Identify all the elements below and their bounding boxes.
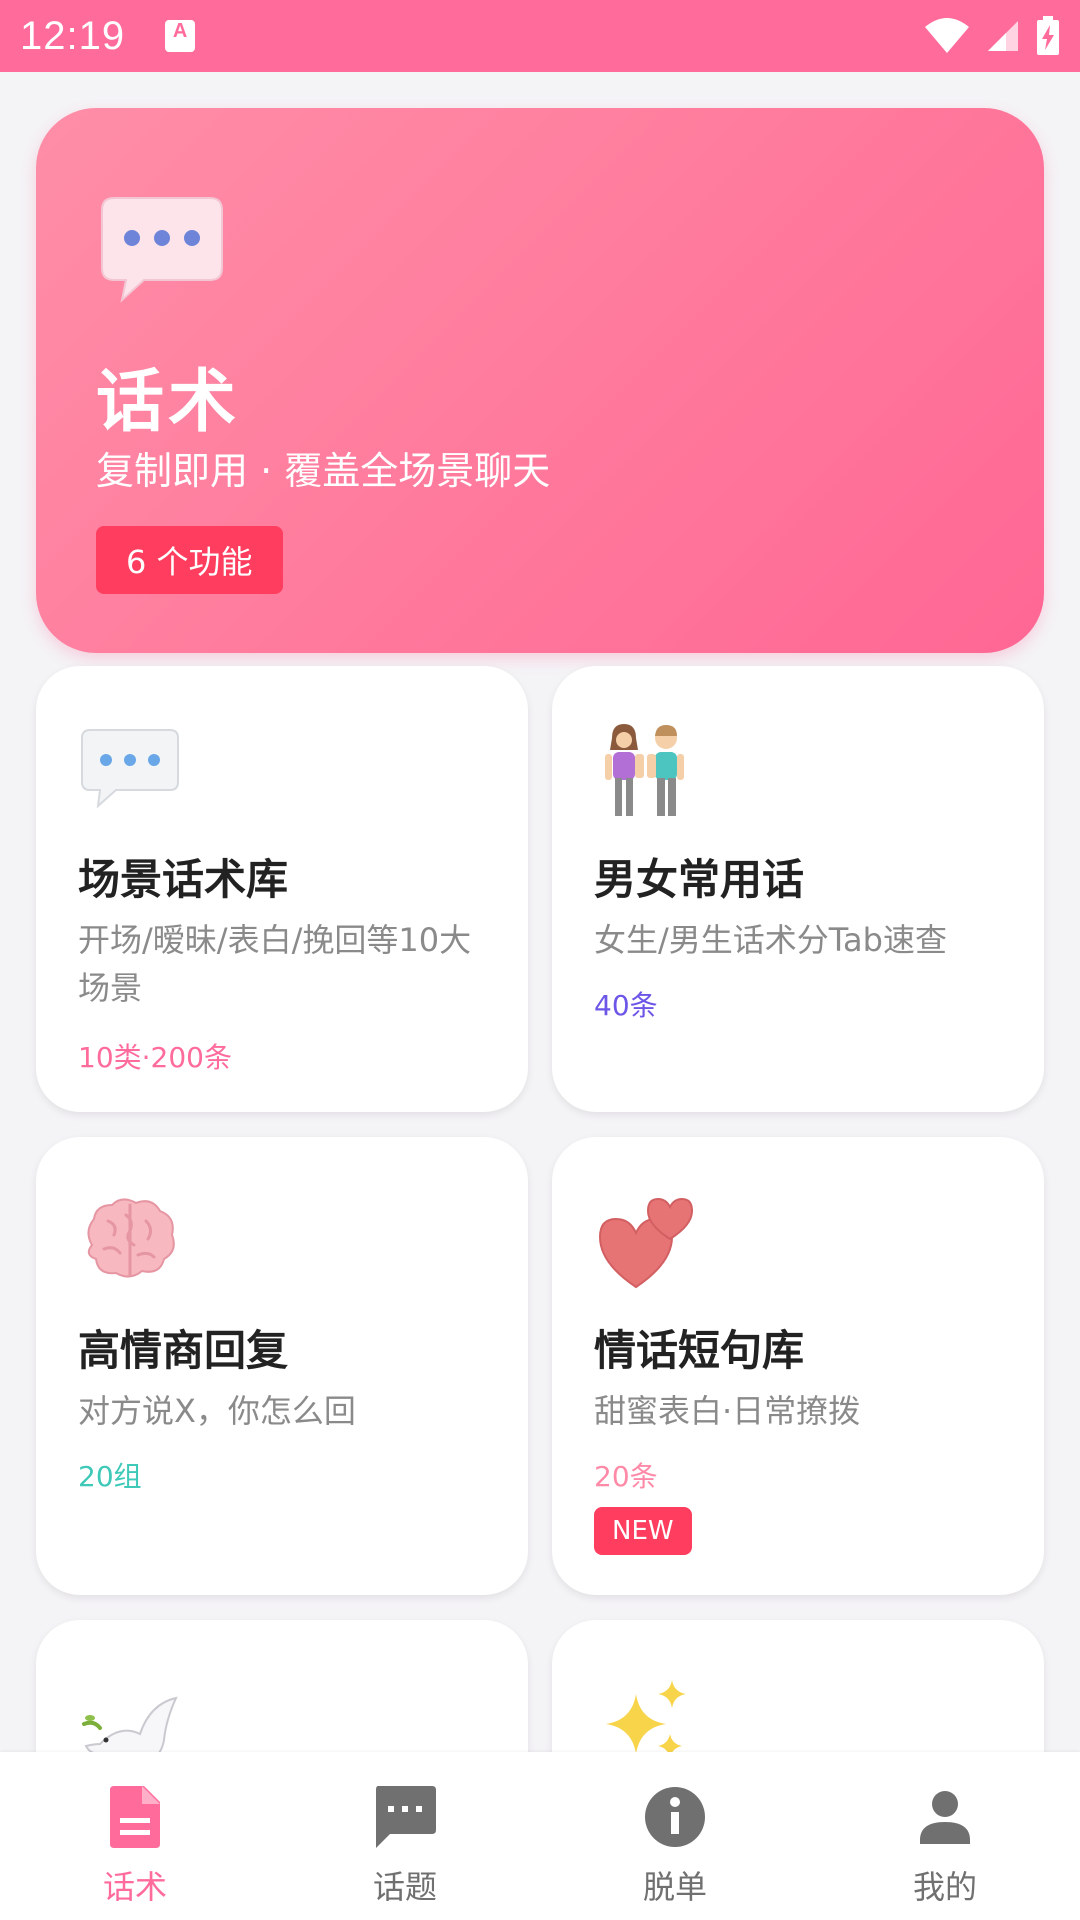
battery-charging-icon bbox=[1037, 16, 1059, 55]
new-badge: NEW bbox=[594, 1507, 692, 1555]
nav-label: 脱单 bbox=[642, 1868, 707, 1906]
signal-icon bbox=[988, 21, 1018, 51]
speech-bubble-icon bbox=[101, 197, 223, 303]
nav-label: 话题 bbox=[372, 1868, 437, 1906]
speech-bubble-icon bbox=[81, 729, 179, 809]
document-icon bbox=[110, 1786, 160, 1848]
card-title: 男女常用话 bbox=[594, 855, 805, 904]
info-icon bbox=[645, 1787, 705, 1847]
screen: 12:19 A 话术 复制即用 · 覆盖全场景聊天 6 个功能 场景话术库 开场… bbox=[0, 0, 1080, 1920]
status-time: 12:19 bbox=[20, 13, 126, 58]
feature-count-badge: 6 个功能 bbox=[96, 526, 283, 594]
card-scene-phrases[interactable]: 场景话术库 开场/暧昧/表白/挽回等10大场景 10类·200条 bbox=[36, 666, 528, 1112]
card-title: 情话短句库 bbox=[594, 1326, 805, 1375]
card-count: 20组 bbox=[78, 1460, 142, 1493]
nav-label: 我的 bbox=[912, 1868, 977, 1906]
card-count: 10类·200条 bbox=[78, 1041, 232, 1074]
card-description: 甜蜜表白·日常撩拨 bbox=[594, 1392, 861, 1430]
person-icon bbox=[920, 1791, 970, 1844]
couple-icon bbox=[605, 724, 684, 816]
brain-icon bbox=[87, 1198, 175, 1278]
card-description: 女生/男生话术分Tab速查 bbox=[594, 921, 947, 959]
notification-a-icon: A bbox=[165, 20, 196, 52]
wifi-icon bbox=[925, 18, 969, 53]
nav-item-phrases[interactable]: 话术 bbox=[0, 1752, 270, 1920]
nav-label: 话术 bbox=[102, 1868, 167, 1906]
status-icons bbox=[924, 16, 1060, 56]
two-hearts-icon bbox=[598, 1197, 694, 1289]
nav-item-mine[interactable]: 我的 bbox=[810, 1752, 1080, 1920]
card-high-eq-reply[interactable]: 高情商回复 对方说X，你怎么回 20组 bbox=[36, 1137, 528, 1595]
hero-title: 话术 bbox=[96, 363, 241, 442]
status-bar: 12:19 A bbox=[0, 0, 1080, 72]
card-title: 高情商回复 bbox=[78, 1326, 289, 1375]
bottom-nav: 话术 话题 脱单 我的 bbox=[0, 1752, 1080, 1920]
card-description: 开场/暧昧/表白/挽回等10大场景 bbox=[78, 921, 472, 1007]
card-love-quotes[interactable]: 情话短句库 甜蜜表白·日常撩拨 20条 NEW bbox=[552, 1137, 1044, 1595]
card-title: 场景话术库 bbox=[78, 855, 289, 904]
hero-card[interactable]: 话术 复制即用 · 覆盖全场景聊天 6 个功能 bbox=[36, 108, 1044, 653]
card-count: 20条 bbox=[594, 1460, 658, 1493]
nav-item-dating[interactable]: 脱单 bbox=[540, 1752, 810, 1920]
card-count: 40条 bbox=[594, 989, 658, 1022]
hero-subtitle: 复制即用 · 覆盖全场景聊天 bbox=[96, 449, 551, 493]
nav-item-topics[interactable]: 话题 bbox=[270, 1752, 540, 1920]
card-common-phrases[interactable]: 男女常用话 女生/男生话术分Tab速查 40条 bbox=[552, 666, 1044, 1112]
chat-icon bbox=[376, 1786, 436, 1848]
card-description: 对方说X，你怎么回 bbox=[78, 1392, 356, 1430]
